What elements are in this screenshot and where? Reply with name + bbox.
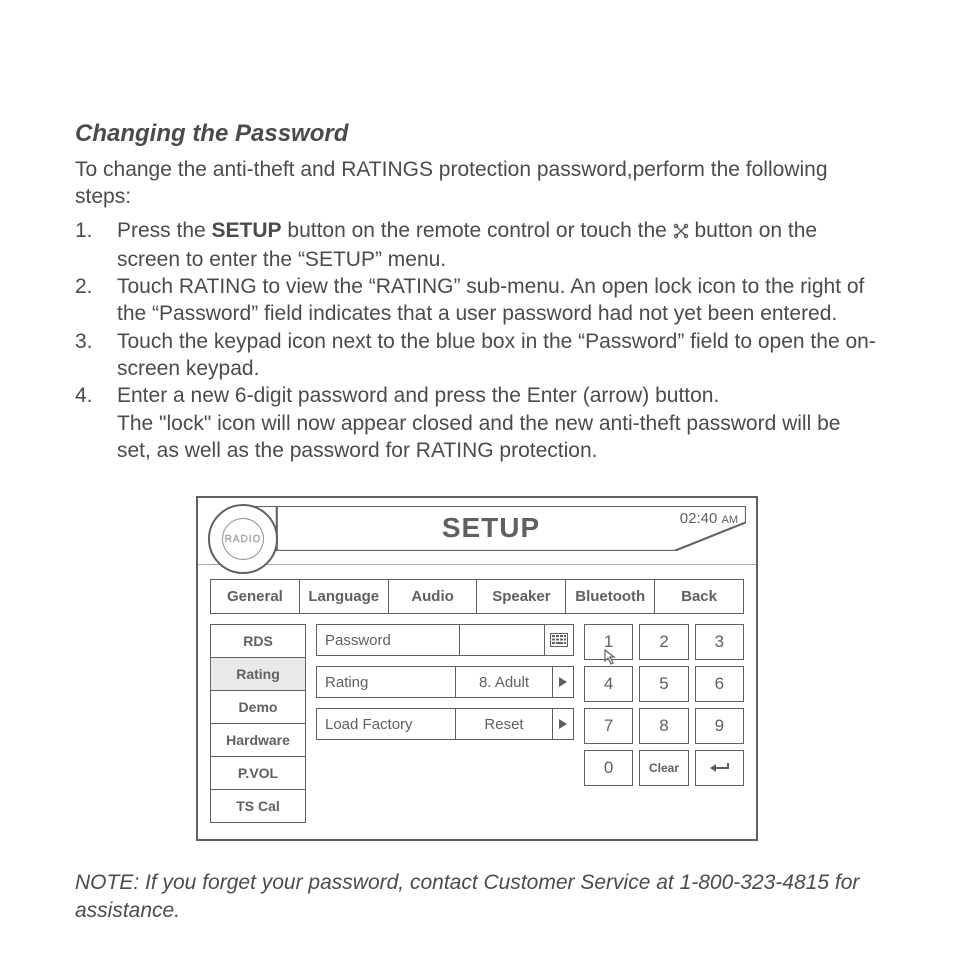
key-4[interactable]: 4 <box>584 666 633 702</box>
step-number: 4. <box>75 382 117 464</box>
keypad-icon[interactable] <box>545 625 573 655</box>
sidebar-item-rds[interactable]: RDS <box>211 625 305 658</box>
sidebar-item-rating[interactable]: Rating <box>211 658 305 691</box>
radio-badge[interactable]: RADIO <box>208 504 278 574</box>
top-nav: General Language Audio Speaker Bluetooth… <box>210 579 744 614</box>
enter-arrow-icon <box>708 761 730 775</box>
tab-general[interactable]: General <box>211 580 300 613</box>
settings-panel: Password Rating 8. Adult <box>316 624 574 823</box>
sidebar-item-tscal[interactable]: TS Cal <box>211 790 305 822</box>
load-factory-row: Load Factory Reset <box>316 708 574 740</box>
sidebar-item-hardware[interactable]: Hardware <box>211 724 305 757</box>
rating-label: Rating <box>317 667 456 697</box>
tab-back[interactable]: Back <box>655 580 743 613</box>
side-nav: RDS Rating Demo Hardware P.VOL TS Cal <box>210 624 306 823</box>
load-factory-label: Load Factory <box>317 709 456 739</box>
key-enter[interactable] <box>695 750 744 786</box>
step-text: Enter a new 6-digit password and press t… <box>117 382 879 464</box>
sidebar-item-pvol[interactable]: P.VOL <box>211 757 305 790</box>
key-8[interactable]: 8 <box>639 708 688 744</box>
tab-speaker[interactable]: Speaker <box>477 580 566 613</box>
key-2[interactable]: 2 <box>639 624 688 660</box>
rating-row: Rating 8. Adult <box>316 666 574 698</box>
password-label: Password <box>317 625 460 655</box>
step-number: 1. <box>75 217 117 274</box>
key-1[interactable]: 1 <box>584 624 633 660</box>
step-text: Touch the keypad icon next to the blue b… <box>117 328 879 383</box>
tab-language[interactable]: Language <box>300 580 389 613</box>
sidebar-item-demo[interactable]: Demo <box>211 691 305 724</box>
reset-go-icon[interactable] <box>553 709 573 739</box>
keypad: 1 2 3 4 5 6 7 <box>584 624 744 823</box>
password-input[interactable] <box>460 625 545 655</box>
key-6[interactable]: 6 <box>695 666 744 702</box>
password-row: Password <box>316 624 574 656</box>
step-text: Touch RATING to view the “RATING” sub-me… <box>117 273 879 328</box>
key-7[interactable]: 7 <box>584 708 633 744</box>
tools-icon <box>673 219 689 246</box>
step-number: 2. <box>75 273 117 328</box>
step-text: Press the SETUP button on the remote con… <box>117 217 879 274</box>
key-0[interactable]: 0 <box>584 750 633 786</box>
rating-open-icon[interactable] <box>553 667 573 697</box>
key-clear[interactable]: Clear <box>639 750 688 786</box>
setup-title: SETUP <box>236 512 746 544</box>
tab-bluetooth[interactable]: Bluetooth <box>566 580 655 613</box>
note-text: NOTE: If you forget your password, conta… <box>75 869 879 924</box>
reset-button[interactable]: Reset <box>456 709 553 739</box>
tab-audio[interactable]: Audio <box>389 580 478 613</box>
rating-value[interactable]: 8. Adult <box>456 667 553 697</box>
key-3[interactable]: 3 <box>695 624 744 660</box>
setup-screen: RADIO SETUP 02:40 AM General Language Au… <box>196 496 758 841</box>
step-number: 3. <box>75 328 117 383</box>
setup-header: RADIO SETUP 02:40 AM <box>198 498 756 565</box>
key-5[interactable]: 5 <box>639 666 688 702</box>
radio-badge-label: RADIO <box>222 518 264 560</box>
intro-text: To change the anti-theft and RATINGS pro… <box>75 156 879 211</box>
key-9[interactable]: 9 <box>695 708 744 744</box>
section-heading: Changing the Password <box>75 120 879 148</box>
